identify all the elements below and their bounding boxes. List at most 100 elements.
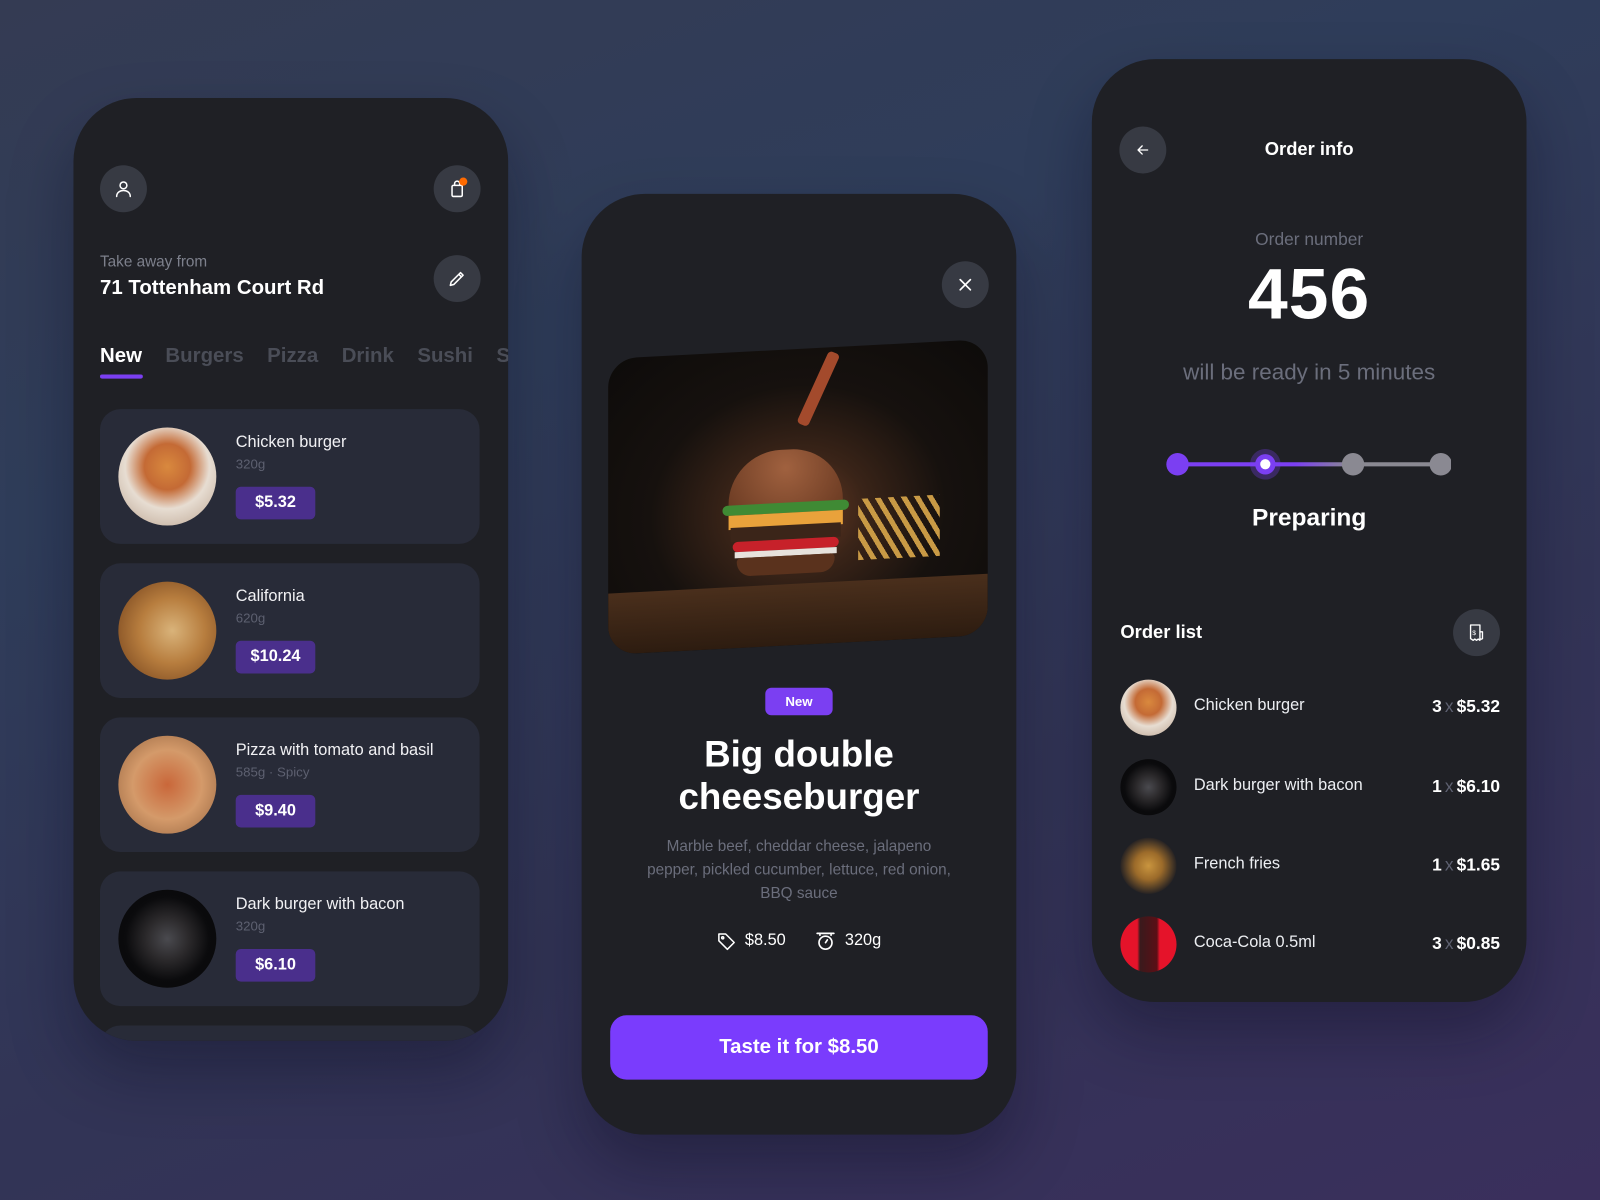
food-weight: 320g bbox=[235, 918, 266, 934]
california-pizza-image bbox=[118, 581, 217, 680]
edit-location-button[interactable] bbox=[433, 255, 481, 303]
product-weight-info: 320g bbox=[814, 931, 881, 951]
ready-time-text: will be ready in 5 minutes bbox=[1183, 359, 1436, 385]
product-price-info: $8.50 bbox=[716, 931, 786, 951]
product-title-line2: cheeseburger bbox=[678, 775, 920, 818]
times-sign: x bbox=[1444, 855, 1454, 875]
fries bbox=[858, 494, 940, 561]
times-sign: x bbox=[1444, 696, 1454, 717]
progress-step-2-center bbox=[1260, 459, 1271, 470]
order-progress-tracker bbox=[1166, 448, 1452, 480]
order-item-qty: 1 bbox=[1432, 855, 1442, 875]
pencil-icon bbox=[449, 271, 464, 287]
scale-icon bbox=[816, 932, 835, 950]
order-item-total: 3 x $0.85 bbox=[1432, 934, 1500, 954]
tab-more[interactable]: Se bbox=[496, 345, 508, 379]
food-name: Pizza with tomato and basil bbox=[235, 741, 434, 760]
price-tag-icon bbox=[718, 933, 735, 951]
order-number-label: Order number bbox=[1255, 229, 1364, 249]
price-button[interactable]: $5.32 bbox=[235, 486, 316, 520]
tab-sushi[interactable]: Sushi bbox=[417, 345, 473, 379]
food-weight: 620g bbox=[235, 610, 266, 626]
price-button[interactable]: $9.40 bbox=[235, 794, 316, 828]
order-item-name: Chicken burger bbox=[1193, 696, 1305, 715]
order-list-title: Order list bbox=[1120, 621, 1203, 642]
tomato-basil-pizza-image bbox=[118, 735, 217, 834]
food-weight: 320g bbox=[235, 456, 266, 472]
dark-burger-image bbox=[118, 889, 217, 988]
stage: Take away from 71 Tottenham Court Rd New… bbox=[0, 0, 1600, 1200]
food-meta: 585g · Spicy bbox=[235, 764, 310, 780]
progress-step-4 bbox=[1429, 453, 1452, 476]
svg-text:$: $ bbox=[1472, 630, 1476, 637]
receipt-icon: $ bbox=[1469, 624, 1484, 641]
tab-pizza[interactable]: Pizza bbox=[267, 345, 318, 379]
user-icon bbox=[115, 181, 132, 198]
wooden-table bbox=[608, 573, 988, 655]
order-item-name: Dark burger with bacon bbox=[1193, 776, 1363, 794]
close-icon bbox=[959, 278, 972, 291]
product-detail-screen: New Big double cheeseburger Marble beef,… bbox=[581, 193, 1017, 1135]
burger-bottom-bun bbox=[736, 553, 835, 577]
cart-button[interactable] bbox=[433, 165, 481, 213]
profile-button[interactable] bbox=[99, 165, 147, 213]
product-price: $8.50 bbox=[744, 931, 786, 949]
new-badge: New bbox=[765, 687, 833, 716]
order-item: French fries 1 x $1.65 bbox=[1120, 837, 1500, 895]
order-info-screen: Order info Order number 456 will be read… bbox=[1091, 59, 1527, 1003]
progress-step-3 bbox=[1341, 453, 1365, 476]
product-title-line1: Big double bbox=[704, 732, 894, 775]
order-item-total: 1 x $1.65 bbox=[1432, 855, 1500, 875]
dark-burger-thumbnail bbox=[1120, 759, 1177, 816]
category-tabs: New Burgers Pizza Drink Sushi Se bbox=[99, 345, 508, 379]
order-item: Coca-Cola 0.5ml 3 x $0.85 bbox=[1120, 916, 1500, 973]
order-item-total: 1 x $6.10 bbox=[1432, 777, 1500, 797]
food-name: California bbox=[235, 587, 305, 606]
product-image bbox=[608, 339, 988, 655]
order-item: Dark burger with bacon 1 x $6.10 bbox=[1120, 759, 1500, 816]
price-button[interactable]: $6.10 bbox=[235, 948, 316, 982]
receipt-button[interactable]: $ bbox=[1453, 609, 1500, 657]
order-item-price: $6.10 bbox=[1456, 776, 1500, 796]
menu-screen: Take away from 71 Tottenham Court Rd New… bbox=[73, 97, 509, 1041]
french-fries-thumbnail bbox=[1120, 837, 1177, 894]
order-item-price: $1.65 bbox=[1456, 855, 1500, 875]
food-card[interactable]: California 620g $10.24 bbox=[99, 563, 480, 698]
order-item-qty: 3 bbox=[1432, 696, 1442, 717]
order-item-qty: 3 bbox=[1432, 933, 1442, 954]
times-sign: x bbox=[1444, 776, 1454, 796]
order-number: 456 bbox=[1248, 254, 1371, 334]
coca-cola-thumbnail bbox=[1120, 916, 1177, 973]
product-description: Marble beef, cheddar cheese, jalapeno pe… bbox=[647, 837, 951, 903]
cart-notification-dot bbox=[459, 177, 468, 186]
food-card[interactable]: Dark burger with bacon 320g $6.10 bbox=[99, 871, 480, 1007]
tab-drink[interactable]: Drink bbox=[342, 345, 394, 379]
chicken-burger-image bbox=[118, 427, 217, 526]
product-title: Big double cheeseburger bbox=[582, 733, 1017, 819]
knife-handle bbox=[796, 350, 841, 428]
chicken-burger-thumbnail bbox=[1120, 679, 1177, 736]
order-item-price: $0.85 bbox=[1456, 933, 1500, 954]
food-card-partial[interactable] bbox=[99, 1025, 480, 1041]
order-item-total: 3 x $5.32 bbox=[1432, 697, 1500, 717]
order-item-price: $5.32 bbox=[1456, 696, 1500, 717]
product-weight: 320g bbox=[844, 931, 882, 949]
progress-track bbox=[1177, 462, 1439, 467]
tab-burgers[interactable]: Burgers bbox=[165, 345, 243, 379]
food-card[interactable]: Chicken burger 320g $5.32 bbox=[99, 409, 480, 544]
order-item: Chicken burger 3 x $5.32 bbox=[1120, 679, 1500, 737]
order-button[interactable]: Taste it for $8.50 bbox=[610, 1015, 988, 1080]
order-item-qty: 1 bbox=[1432, 776, 1442, 796]
tab-new[interactable]: New bbox=[99, 345, 143, 379]
price-button[interactable]: $10.24 bbox=[235, 640, 316, 674]
order-status: Preparing bbox=[1252, 504, 1367, 532]
location-label: Take away from bbox=[99, 253, 208, 271]
order-item-name: French fries bbox=[1193, 855, 1281, 873]
times-sign: x bbox=[1444, 933, 1454, 954]
food-name: Chicken burger bbox=[235, 433, 347, 452]
food-name: Dark burger with bacon bbox=[235, 895, 405, 914]
progress-step-1 bbox=[1166, 453, 1189, 476]
order-item-name: Coca-Cola 0.5ml bbox=[1193, 933, 1316, 952]
food-card[interactable]: Pizza with tomato and basil 585g · Spicy… bbox=[99, 717, 480, 853]
close-button[interactable] bbox=[941, 261, 989, 309]
